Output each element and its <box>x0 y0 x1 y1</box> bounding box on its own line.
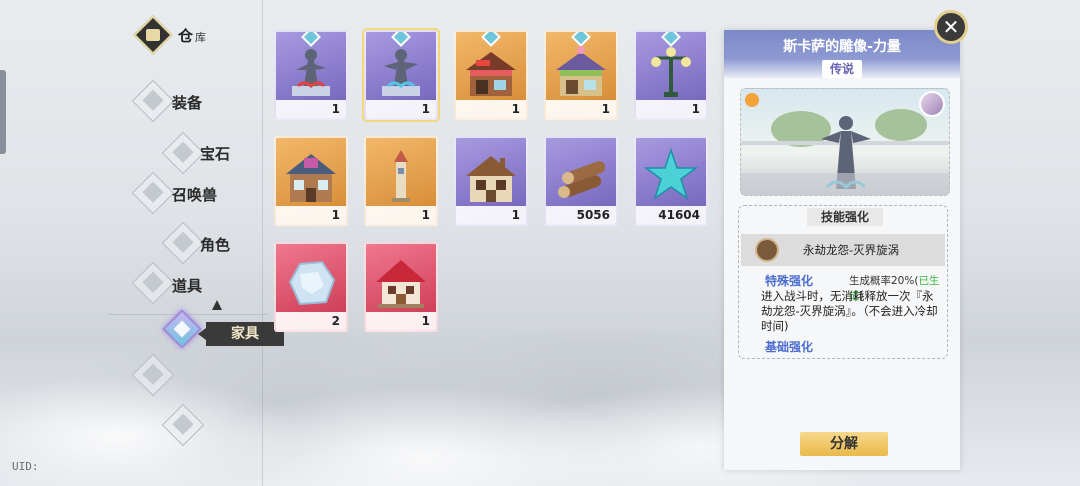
skill-row[interactable]: 永劫龙怨-灭界旋涡 <box>741 234 945 266</box>
inventory-slot-star[interactable]: 41604 <box>634 136 708 226</box>
character-avatar[interactable] <box>919 91 945 117</box>
chest-icon <box>133 15 173 55</box>
skill-description: 进入战斗时，无消耗释放一次『永劫龙怨-灭界旋涡』。（不会进入冷却时间) <box>761 289 938 333</box>
nav-item-items[interactable]: 道具 <box>172 275 202 296</box>
inventory-slot-ice-crystal[interactable]: 2 <box>274 242 348 332</box>
category-diamond-icon <box>131 261 175 305</box>
wood-logs-icon <box>558 161 606 198</box>
nav-item-equipment[interactable]: 装备 <box>172 92 202 113</box>
scroll-up-arrow-icon[interactable] <box>212 300 222 310</box>
item-count: 1 <box>636 100 706 118</box>
item-count: 2 <box>276 312 346 330</box>
inventory-slot-statue-2[interactable]: 1 <box>362 28 440 122</box>
item-count: 1 <box>546 100 616 118</box>
skill-enhance-tag: 技能强化 <box>807 208 883 226</box>
nav-item-summons[interactable]: 召唤兽 <box>172 184 217 205</box>
tower-icon <box>392 150 410 202</box>
statue-icon <box>292 49 330 96</box>
star-icon <box>643 147 699 200</box>
inventory-slot-wood[interactable]: 5056 <box>544 136 618 226</box>
inventory-slot-house[interactable]: 1 <box>274 136 348 226</box>
category-diamond-icon <box>131 79 175 123</box>
inventory-slot-statue-1[interactable]: 1 <box>274 30 348 120</box>
shop-icon <box>466 52 516 96</box>
user-id-label: UID: <box>12 460 39 473</box>
warehouse-title: 仓 库 <box>133 15 207 55</box>
inventory-slot-tower[interactable]: 1 <box>364 136 438 226</box>
ice-crystal-icon <box>288 260 336 306</box>
base-enhance-label: 基础强化 <box>765 340 814 354</box>
detail-header: 斯卡萨的雕像-力量 传说 <box>724 30 960 78</box>
item-preview <box>740 88 950 196</box>
skill-enhance-box: 技能强化 永劫龙怨-灭界旋涡 特殊强化 生成概率20%(已生成) 进入战斗时，无… <box>738 205 948 359</box>
inventory-slot-lamp-post[interactable]: 1 <box>634 30 708 120</box>
nav-item-furniture[interactable]: 家具 <box>198 322 284 346</box>
category-diamond-icon <box>161 403 205 447</box>
item-count: 1 <box>366 100 436 118</box>
hand-icon <box>745 93 759 107</box>
close-button[interactable]: ✕ <box>934 10 968 44</box>
furniture-diamond-icon[interactable] <box>162 309 202 350</box>
category-diamond-icon <box>131 353 175 397</box>
nav-item-gems[interactable]: 宝石 <box>200 143 230 164</box>
item-count: 41604 <box>636 206 706 224</box>
warehouse-title-text: 仓 <box>178 26 194 45</box>
inventory-slot-red-house[interactable]: 1 <box>364 242 438 332</box>
skill-name: 永劫龙怨-灭界旋涡 <box>803 243 900 257</box>
decompose-button[interactable]: 分解 <box>800 432 888 456</box>
side-drawer-handle[interactable] <box>0 70 6 154</box>
category-diamond-icon <box>131 171 175 215</box>
item-count: 5056 <box>546 206 616 224</box>
lamp-post-icon <box>651 47 691 97</box>
inventory-slot-flower-shop[interactable]: 1 <box>544 30 618 120</box>
item-count: 1 <box>276 206 346 224</box>
skill-sword-icon <box>755 238 779 262</box>
statue-icon <box>382 49 420 96</box>
item-count: 1 <box>276 100 346 118</box>
item-detail-panel: 斯卡萨的雕像-力量 传说 技能强化 永劫龙怨-灭界旋涡 特殊强化 生成概率20%… <box>724 30 960 470</box>
inventory-slot-shop[interactable]: 1 <box>454 30 528 120</box>
house-icon <box>286 154 336 202</box>
warehouse-subtitle-text: 库 <box>195 31 207 44</box>
item-count: 1 <box>366 206 436 224</box>
item-count: 1 <box>366 312 436 330</box>
nav-item-characters[interactable]: 角色 <box>200 234 230 255</box>
category-nav: 仓 库 装备 宝石 召唤兽 角色 道具 家具 UID: <box>0 0 284 486</box>
item-count: 1 <box>456 206 526 224</box>
red-house-icon <box>376 260 426 308</box>
category-diamond-icon <box>161 131 205 175</box>
special-enhance-label: 特殊强化 <box>765 274 814 288</box>
inventory-slot-cottage[interactable]: 1 <box>454 136 528 226</box>
category-diamond-icon <box>161 221 205 265</box>
item-title: 斯卡萨的雕像-力量 <box>783 39 901 55</box>
flower-shop-icon <box>556 46 606 96</box>
rarity-badge: 传说 <box>822 60 862 78</box>
cottage-icon <box>466 156 516 202</box>
item-count: 1 <box>456 100 526 118</box>
